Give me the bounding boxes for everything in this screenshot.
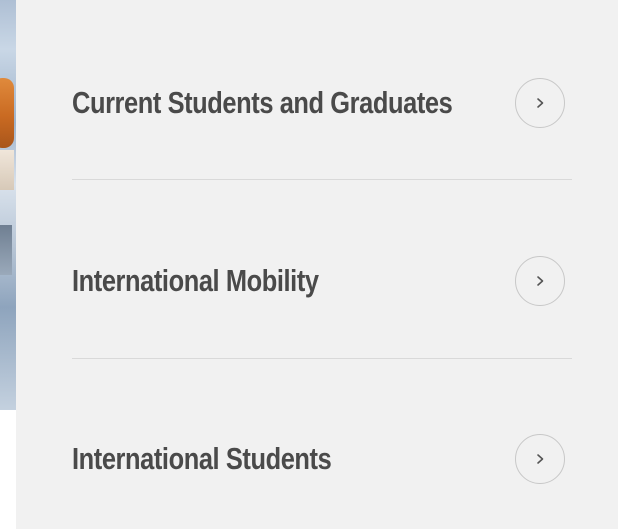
page: Current Students and Graduates Internati… xyxy=(0,0,618,529)
chevron-right-icon xyxy=(537,454,544,464)
nav-item-label: International Students xyxy=(72,441,332,476)
divider xyxy=(72,358,572,359)
hero-image-edge xyxy=(0,0,16,410)
chevron-right-icon xyxy=(537,98,544,108)
chevron-right-button[interactable] xyxy=(515,256,565,306)
divider xyxy=(72,179,572,180)
chevron-right-icon xyxy=(537,276,544,286)
chevron-right-button[interactable] xyxy=(515,434,565,484)
nav-item-current-students[interactable]: Current Students and Graduates xyxy=(72,73,572,133)
nav-item-label: Current Students and Graduates xyxy=(72,85,453,120)
nav-item-international-mobility[interactable]: International Mobility xyxy=(72,251,572,311)
nav-item-international-students[interactable]: International Students xyxy=(72,429,572,489)
link-panel: Current Students and Graduates Internati… xyxy=(16,0,618,529)
chevron-right-button[interactable] xyxy=(515,78,565,128)
nav-item-label: International Mobility xyxy=(72,263,319,298)
